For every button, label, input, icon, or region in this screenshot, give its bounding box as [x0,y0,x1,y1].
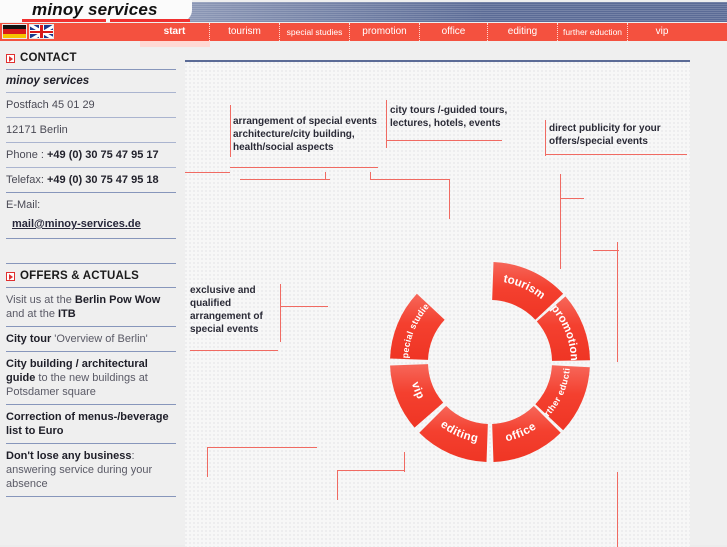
nav-item-editing[interactable]: editing [488,23,558,41]
nav-item-label: office [441,26,466,37]
divider [6,167,176,168]
offer-item[interactable]: Don't lose any business: answering servi… [6,449,176,491]
uk-flag-icon[interactable] [29,24,54,39]
nav-item-promotion[interactable]: promotion [350,23,420,41]
divider [6,351,176,352]
divider [6,404,176,405]
contact-fax: Telefax: +49 (0) 30 75 47 95 18 [6,173,176,187]
contact-email-link[interactable]: mail@minoy-services.de [12,218,141,230]
donut-label-special-studies: special studies [185,62,431,359]
phone-label: Phone : [6,149,44,161]
logo-underline-right [110,19,190,22]
sidebar-section-offers: OFFERS & ACTUALS [6,270,176,282]
offer-highlight: Don't lose any business [6,450,132,462]
offer-item[interactable]: Visit us at the Berlin Pow Wow and at th… [6,293,176,321]
fax-label: Telefax: [6,174,44,186]
arrow-bullet-icon [6,271,15,281]
sidebar-section-contact: CONTACT [6,52,176,64]
offer-item[interactable]: City tour 'Overview of Berlin' [6,332,176,346]
contact-heading: CONTACT [20,52,77,64]
nav-item-list: start tourism special studies promotion offi… [140,23,696,41]
nav-item-office[interactable]: office [420,23,488,41]
header-band [185,2,727,22]
fax-value: +49 (0) 30 75 47 95 18 [46,174,159,186]
offer-item[interactable]: Correction of menus-/beverage list to Eu… [6,410,176,438]
nav-item-label: start [163,26,186,37]
nav-item-start[interactable]: start [140,23,210,41]
divider [6,287,176,288]
phone-value: +49 (0) 30 75 47 95 17 [46,149,159,161]
divider [6,238,176,239]
site-header: minoy services [0,0,727,22]
offer-item[interactable]: City building / architectural guide to t… [6,357,176,399]
sidebar: CONTACT minoy services Postfach 45 01 29… [0,46,182,545]
services-donut-chart: tourismpromotionfurther eductionofficeed… [185,62,590,462]
offer-text: Visit us at the [6,294,75,306]
nav-item-label: special studies [286,27,343,37]
main-content: arrangement of special events architectu… [185,60,690,547]
divider [6,142,176,143]
contact-company: minoy services [6,75,90,87]
main-navigation: start tourism special studies promotion offi… [0,23,727,41]
nav-item-label: editing [507,26,538,37]
donut-label-further-eduction: further eduction [185,62,572,419]
nav-item-label: promotion [362,26,407,37]
offer-highlight: Berlin Pow Wow [74,294,161,306]
offer-highlight: ITB [58,308,76,320]
divider [6,443,176,444]
german-flag-icon[interactable] [2,24,27,39]
offers-heading: OFFERS & ACTUALS [20,270,140,282]
contact-address-line-2: 12171 Berlin [6,124,68,136]
divider [6,192,176,193]
contact-address-line-1: Postfach 45 01 29 [6,99,95,111]
nav-item-vip[interactable]: vip [628,23,696,41]
nav-item-special-studies[interactable]: special studies [280,23,350,41]
divider [6,92,176,93]
divider [6,263,176,264]
page-root: minoy services start tourism special studi… [0,0,727,547]
divider [6,326,176,327]
offers-list: Visit us at the Berlin Pow Wow and at th… [0,293,182,497]
divider [6,496,176,497]
nav-item-further-eduction[interactable]: further eduction [558,23,628,41]
offer-highlight: Correction of menus-/beverage list to Eu… [6,411,169,437]
offer-highlight: City tour [6,333,52,345]
contact-phone: Phone : +49 (0) 30 75 47 95 17 [6,148,176,162]
offer-text: 'Overview of Berlin' [51,333,148,345]
site-logo[interactable]: minoy services [32,0,158,20]
nav-item-label: tourism [228,26,261,37]
nav-item-label: vip [655,26,669,37]
logo-underline-left [22,19,106,22]
arrow-bullet-icon [6,53,15,63]
nav-item-label: further eduction [562,27,623,37]
language-switcher [2,24,56,40]
nav-item-tourism[interactable]: tourism [210,23,280,41]
divider [6,69,176,70]
divider [6,117,176,118]
contact-email-label: E-Mail: [6,199,41,211]
offer-text: and at the [6,308,58,320]
